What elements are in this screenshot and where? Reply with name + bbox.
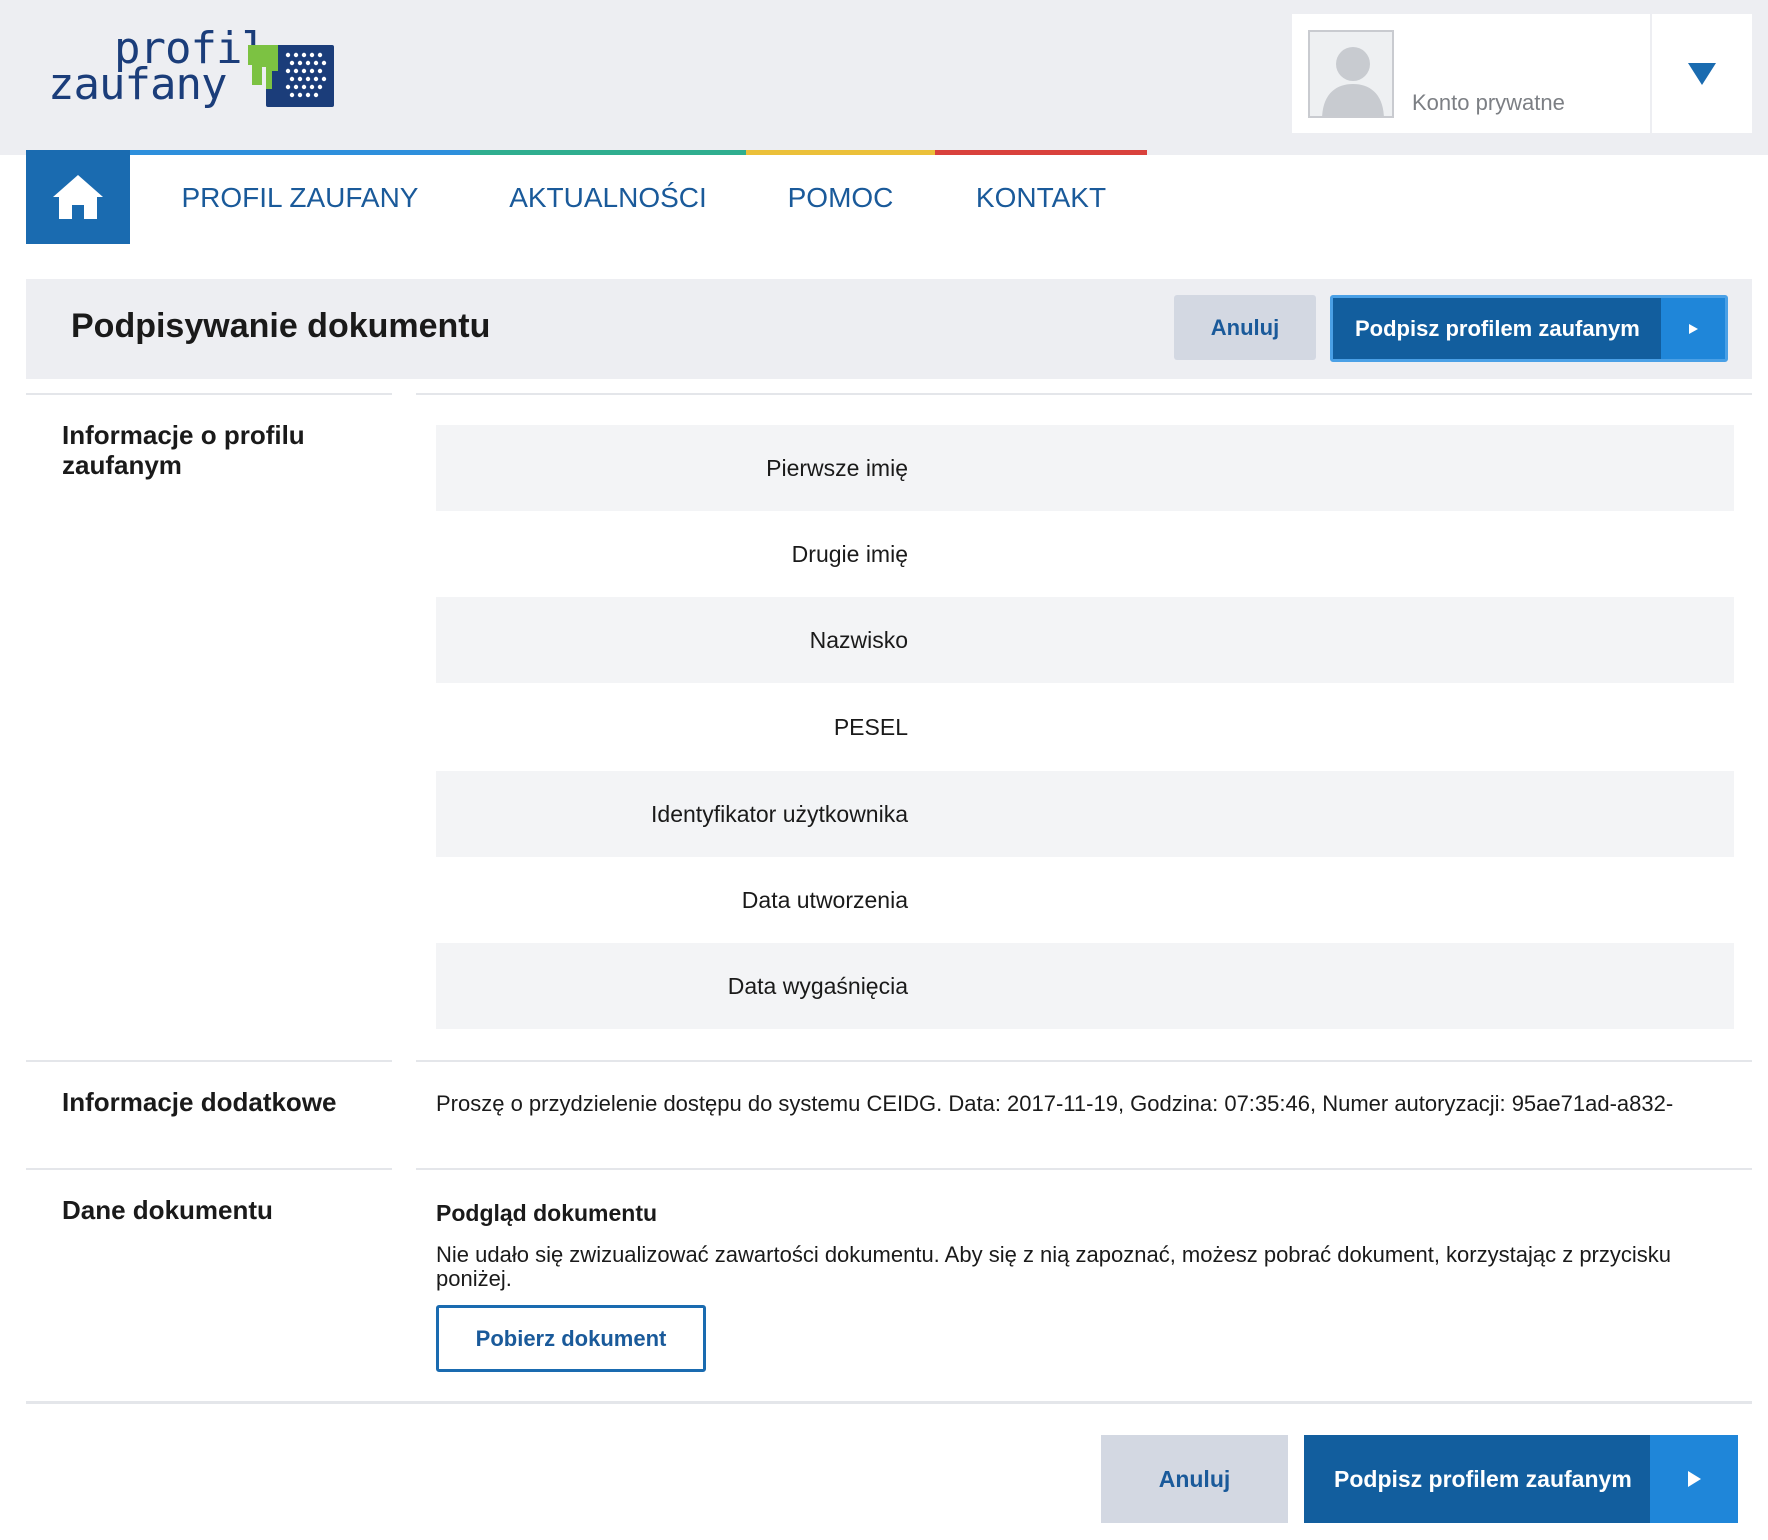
info-row-expiry-date: Data wygaśnięcia — [436, 943, 1734, 1029]
info-row-surname: Nazwisko — [436, 597, 1734, 683]
section-divider — [26, 1060, 392, 1062]
section-divider — [26, 393, 392, 395]
document-preview-title: Podgląd dokumentu — [436, 1200, 658, 1226]
section-divider — [416, 1060, 1752, 1062]
field-label: PESEL — [833, 714, 908, 740]
nav-item-profil-zaufany[interactable]: PROFIL ZAUFANY — [130, 150, 470, 244]
avatar — [1308, 30, 1394, 118]
logo-mark-icon — [248, 45, 334, 107]
field-label: Drugie imię — [791, 541, 908, 567]
section-divider — [26, 1168, 392, 1170]
info-row-user-id: Identyfikator użytkownika — [436, 771, 1734, 857]
download-document-button[interactable]: Pobierz dokument — [436, 1305, 706, 1372]
cancel-button-label: Anuluj — [1210, 314, 1280, 340]
sign-button-bottom[interactable]: Podpisz profilem zaufanym — [1304, 1435, 1738, 1523]
account-type-label: Konto prywatne — [1412, 90, 1565, 115]
home-button[interactable] — [26, 150, 130, 244]
document-preview-message: Nie udało się zwizualizować zawartości d… — [436, 1242, 1671, 1291]
field-label: Pierwsze imię — [766, 455, 908, 481]
play-arrow-icon — [1688, 1471, 1701, 1487]
section-divider — [416, 1168, 1752, 1170]
page-title: Podpisywanie dokumentu — [71, 307, 491, 345]
download-button-label: Pobierz dokument — [475, 1325, 667, 1351]
sign-button-top[interactable]: Podpisz profilem zaufanym — [1330, 295, 1728, 362]
page-header-bar: Podpisywanie dokumentu Anuluj Podpisz pr… — [26, 279, 1752, 379]
top-header: profil zaufany Konto prywatne — [0, 0, 1768, 155]
field-label: Data wygaśnięcia — [727, 973, 908, 999]
info-row-first-name: Pierwsze imię — [436, 425, 1734, 511]
main-navigation: PROFIL ZAUFANY AKTUALNOŚCI POMOC KONTAKT — [26, 150, 1147, 244]
profil-zaufany-logo[interactable]: profil zaufany — [48, 27, 348, 128]
field-label: Data utworzenia — [741, 887, 908, 913]
additional-info-text: Proszę o przydzielenie dostępu do system… — [436, 1091, 1674, 1116]
sign-button-label: Podpisz profilem zaufanym — [1334, 1465, 1632, 1492]
cancel-button-top[interactable]: Anuluj — [1174, 295, 1316, 360]
account-panel[interactable]: Konto prywatne — [1292, 14, 1752, 133]
footer-divider — [26, 1401, 1752, 1404]
profile-info-heading: Informacje o profilu zaufanym — [62, 420, 305, 480]
play-arrow-icon — [1689, 323, 1698, 334]
info-row-pesel: PESEL — [436, 684, 1734, 770]
field-label: Nazwisko — [809, 627, 908, 653]
nav-item-aktualnosci[interactable]: AKTUALNOŚCI — [470, 150, 746, 244]
home-icon — [53, 175, 103, 219]
info-row-created-date: Data utworzenia — [436, 857, 1734, 943]
logo-text-zaufany: zaufany — [48, 59, 227, 110]
info-row-second-name: Drugie imię — [436, 511, 1734, 597]
nav-item-kontakt[interactable]: KONTAKT — [935, 150, 1147, 244]
field-label: Identyfikator użytkownika — [651, 801, 908, 827]
section-divider — [416, 393, 1752, 395]
nav-item-pomoc[interactable]: POMOC — [746, 150, 935, 244]
cancel-button-label: Anuluj — [1158, 1465, 1231, 1492]
account-menu-toggle[interactable] — [1652, 14, 1752, 133]
sign-button-label: Podpisz profilem zaufanym — [1355, 315, 1640, 341]
chevron-down-icon — [1688, 62, 1716, 85]
additional-info-heading: Informacje dodatkowe — [62, 1087, 337, 1117]
document-data-heading: Dane dokumentu — [62, 1195, 273, 1225]
user-avatar-icon — [1322, 47, 1384, 116]
cancel-button-bottom[interactable]: Anuluj — [1101, 1435, 1288, 1523]
